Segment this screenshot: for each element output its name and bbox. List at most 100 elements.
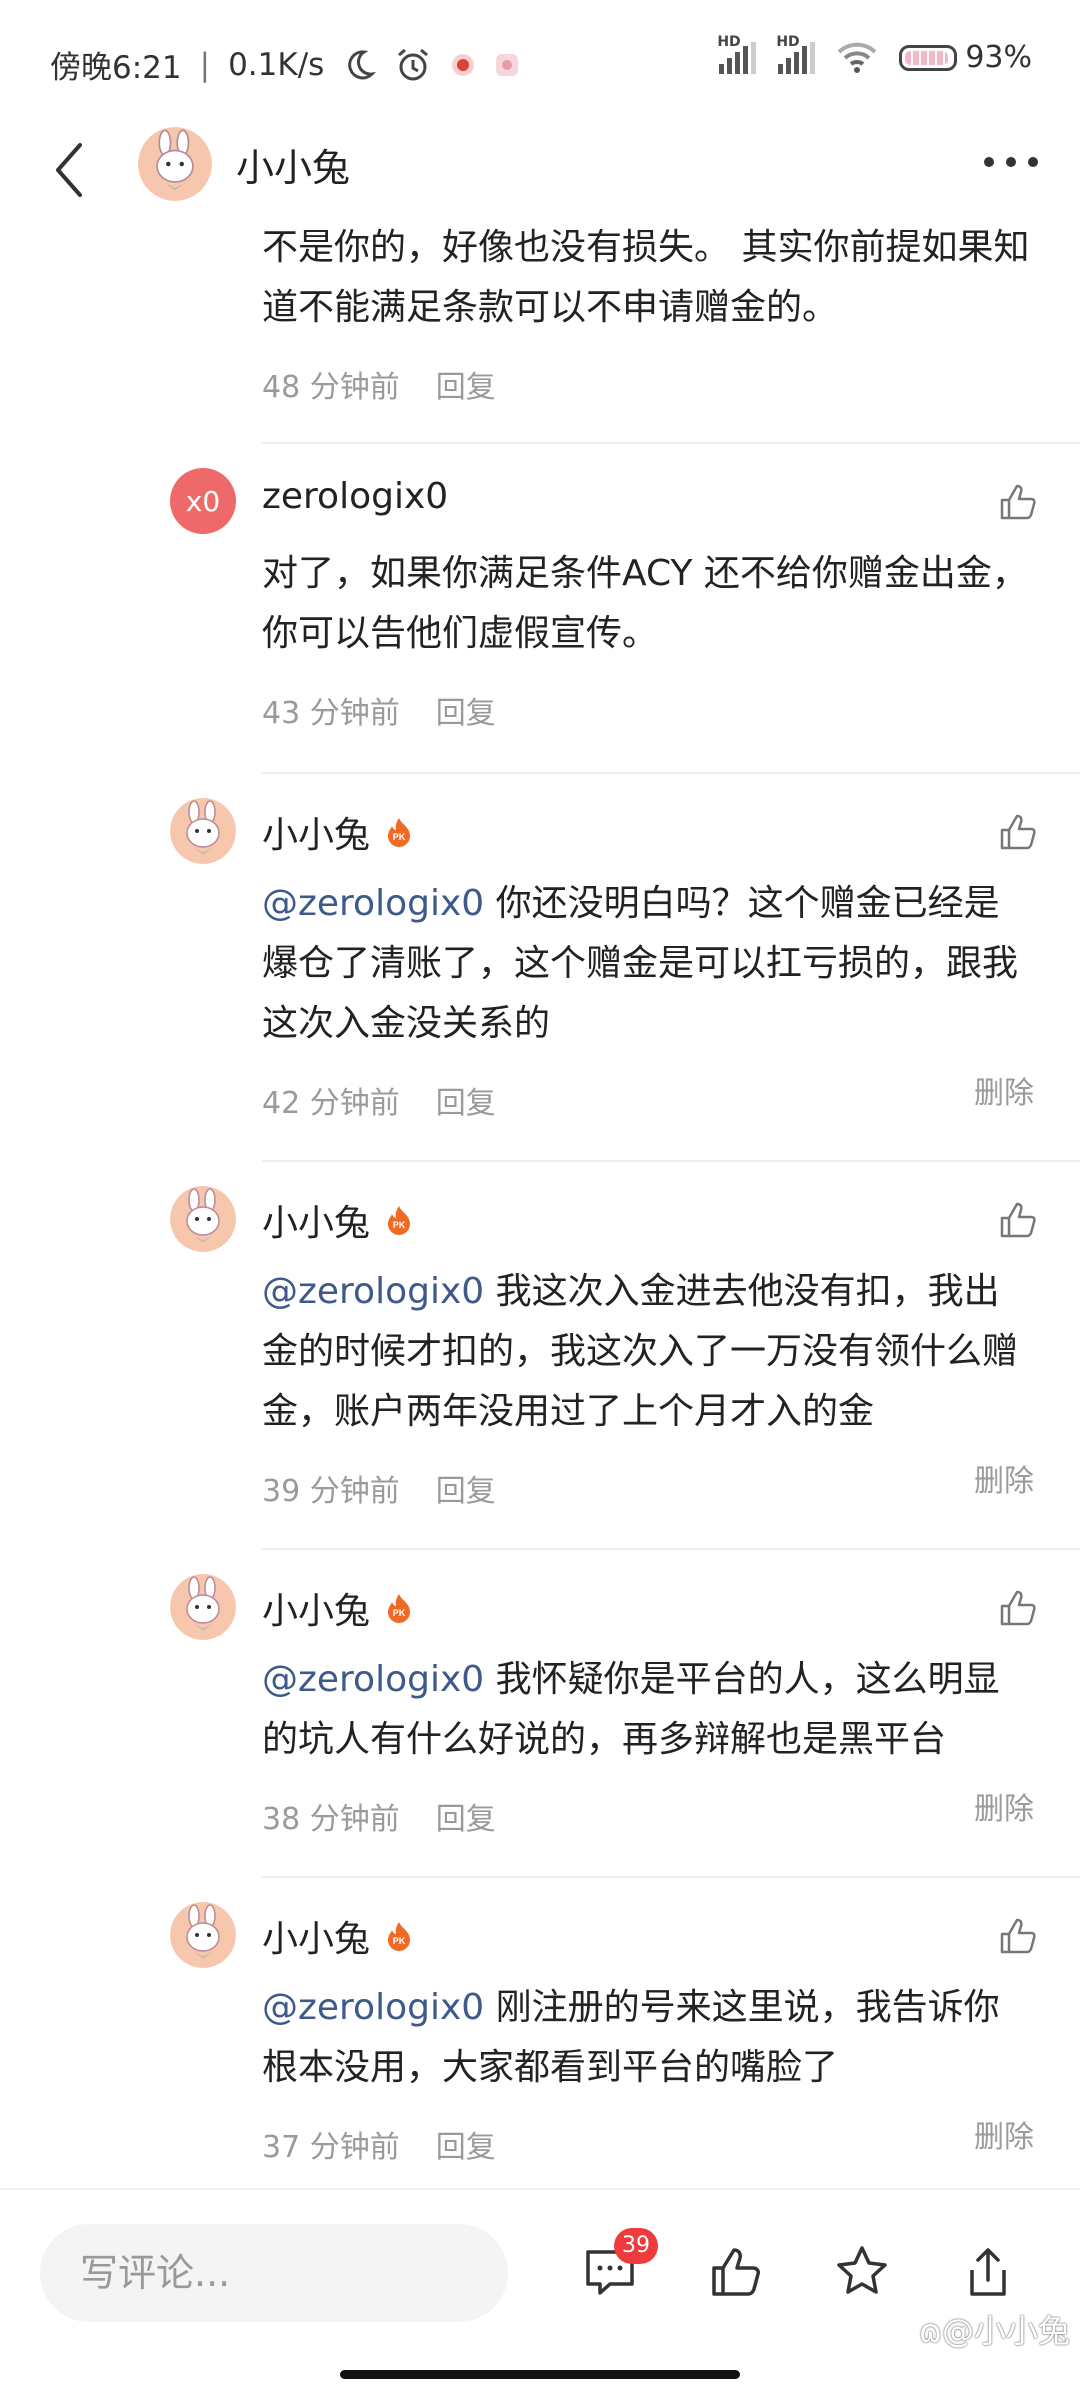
comment-author[interactable]: 小小兔 PK — [262, 1910, 414, 1962]
comment-time: 39 分钟前 — [262, 1474, 400, 1509]
thumbs-up-icon[interactable] — [996, 810, 1040, 854]
thumbs-up-icon[interactable] — [996, 1586, 1040, 1630]
pk-flame-badge-icon: PK — [388, 818, 411, 847]
comment-text: 不是你的，好像也没有损失。 其实你前提如果知道不能满足条款可以不申请赠金的。 — [262, 227, 1030, 328]
thumbs-up-icon[interactable] — [996, 1914, 1040, 1958]
comment-text: @zerologix0 你还没明白吗？这个赠金已经是爆仓了清账了，这个赠金是可以… — [262, 874, 1032, 1054]
delete-button[interactable]: 删除 — [974, 1068, 1034, 1112]
comment-meta: 37 分钟前 回复 — [262, 2122, 496, 2166]
comment-meta: 48 分钟前 回复 — [262, 362, 496, 406]
pk-flame-badge-icon: PK — [388, 1594, 411, 1623]
author-name: 小小兔 — [262, 1919, 371, 1960]
divider — [262, 1876, 1080, 1878]
svg-text:PK: PK — [393, 832, 406, 842]
divider — [262, 442, 1080, 444]
reply-button[interactable]: 回复 — [436, 688, 496, 732]
thumbs-up-icon[interactable] — [996, 1198, 1040, 1242]
reply-button[interactable]: 回复 — [436, 362, 496, 406]
author-name: 小小兔 — [262, 1591, 371, 1632]
status-left: 傍晚6:21 | 0.1K/s — [50, 42, 520, 87]
share-icon[interactable] — [958, 2242, 1018, 2302]
reply-button[interactable]: 回复 — [436, 2122, 496, 2166]
wifi-icon — [837, 42, 877, 73]
comment-author[interactable]: 小小兔 PK — [262, 1582, 414, 1634]
divider — [262, 772, 1080, 774]
rabbit-avatar-icon — [138, 127, 212, 201]
divider — [262, 1160, 1080, 1162]
app-notification-icon — [452, 53, 475, 76]
app-notification-icon-2 — [496, 53, 519, 76]
status-right: HD HD 93% — [717, 34, 1032, 76]
comment-meta: 42 分钟前 回复 — [262, 1078, 496, 1122]
comment-meta: 38 分钟前 回复 — [262, 1794, 496, 1838]
pk-flame-badge-icon: PK — [388, 1922, 411, 1951]
signal-sim1-icon: HD — [717, 34, 757, 74]
comment-count-badge: 39 — [614, 2228, 658, 2264]
favorite-star-icon[interactable] — [832, 2242, 892, 2302]
battery-icon — [899, 44, 958, 71]
home-indicator[interactable] — [340, 2370, 740, 2379]
reply-button[interactable]: 回复 — [436, 1466, 496, 1510]
comment-meta: 43 分钟前 回复 — [262, 688, 496, 732]
delete-button[interactable]: 删除 — [974, 1784, 1034, 1828]
mention-link[interactable]: @zerologix0 — [262, 883, 484, 924]
author-name: 小小兔 — [262, 1203, 371, 1244]
divider — [262, 1548, 1080, 1550]
page-title: 小小兔 — [236, 146, 351, 190]
alarm-icon — [398, 48, 429, 80]
battery-percent: 93% — [965, 40, 1032, 75]
status-time: 傍晚6:21 — [50, 50, 182, 86]
comment-time: 38 分钟前 — [262, 1802, 400, 1837]
svg-text:PK: PK — [393, 1220, 406, 1230]
watermark: ɷ@小小兔 — [918, 2312, 1070, 2350]
mention-link[interactable]: @zerologix0 — [262, 1987, 484, 2028]
reply-button[interactable]: 回复 — [436, 1794, 496, 1838]
sim2-hd-label: HD — [776, 33, 800, 50]
reply-button[interactable]: 回复 — [436, 1078, 496, 1122]
avatar-text: x0 — [185, 484, 221, 518]
comment-time: 42 分钟前 — [262, 1086, 400, 1121]
more-options-icon[interactable] — [984, 157, 1038, 167]
pk-flame-badge-icon: PK — [388, 1206, 411, 1235]
comment-text: 对了，如果你满足条件ACY 还不给你赠金出金，你可以告他们虚假宣传。 — [262, 553, 1028, 654]
rabbit-avatar-icon — [170, 1902, 236, 1968]
status-divider: | — [199, 46, 211, 83]
moon-icon — [348, 49, 377, 79]
delete-button[interactable]: 删除 — [974, 2112, 1034, 2156]
sim1-hd-label: HD — [717, 33, 741, 50]
rabbit-avatar-icon — [170, 1574, 236, 1640]
mention-link[interactable]: @zerologix0 — [262, 1659, 484, 1700]
author-name: zerologix0 — [262, 476, 449, 517]
comment-author[interactable]: 小小兔 PK — [262, 1194, 414, 1246]
status-bar: 傍晚6:21 | 0.1K/s HD HD 93% — [0, 0, 1080, 125]
avatar[interactable]: x0 — [170, 468, 236, 534]
comment-meta: 39 分钟前 回复 — [262, 1466, 496, 1510]
network-speed: 0.1K/s — [228, 46, 325, 83]
rabbit-avatar-icon — [170, 798, 236, 864]
comment-author[interactable]: 小小兔 PK — [262, 806, 414, 858]
avatar[interactable] — [170, 798, 236, 864]
comment-text: @zerologix0 我这次入金进去他没有扣，我出金的时候才扣的，我这次入了一… — [262, 1262, 1032, 1442]
comment-author[interactable]: zerologix0 — [262, 476, 448, 517]
comment-input[interactable]: 写评论... — [40, 2224, 508, 2322]
mention-link[interactable]: @zerologix0 — [262, 1271, 484, 1312]
comment-text: @zerologix0 我怀疑你是平台的人，这么明显的坑人有什么好说的，再多辩解… — [262, 1650, 1032, 1770]
comment-time: 43 分钟前 — [262, 696, 400, 731]
battery-fill — [905, 50, 949, 65]
like-icon[interactable] — [706, 2242, 766, 2302]
author-name: 小小兔 — [262, 815, 371, 856]
avatar[interactable] — [170, 1574, 236, 1640]
avatar[interactable] — [170, 1902, 236, 1968]
comment-time: 48 分钟前 — [262, 370, 400, 405]
delete-button[interactable]: 删除 — [974, 1456, 1034, 1500]
back-arrow-icon[interactable] — [46, 135, 96, 205]
avatar[interactable] — [170, 1186, 236, 1252]
header-avatar[interactable] — [138, 127, 212, 201]
comment-text: @zerologix0 刚注册的号来这里说，我告诉你根本没用，大家都看到平台的嘴… — [262, 1978, 1032, 2098]
thumbs-up-icon[interactable] — [996, 480, 1040, 524]
signal-sim2-icon: HD — [776, 34, 816, 74]
svg-text:PK: PK — [393, 1608, 406, 1618]
rabbit-avatar-icon — [170, 1186, 236, 1252]
comment-time: 37 分钟前 — [262, 2130, 400, 2165]
svg-text:PK: PK — [393, 1936, 406, 1946]
